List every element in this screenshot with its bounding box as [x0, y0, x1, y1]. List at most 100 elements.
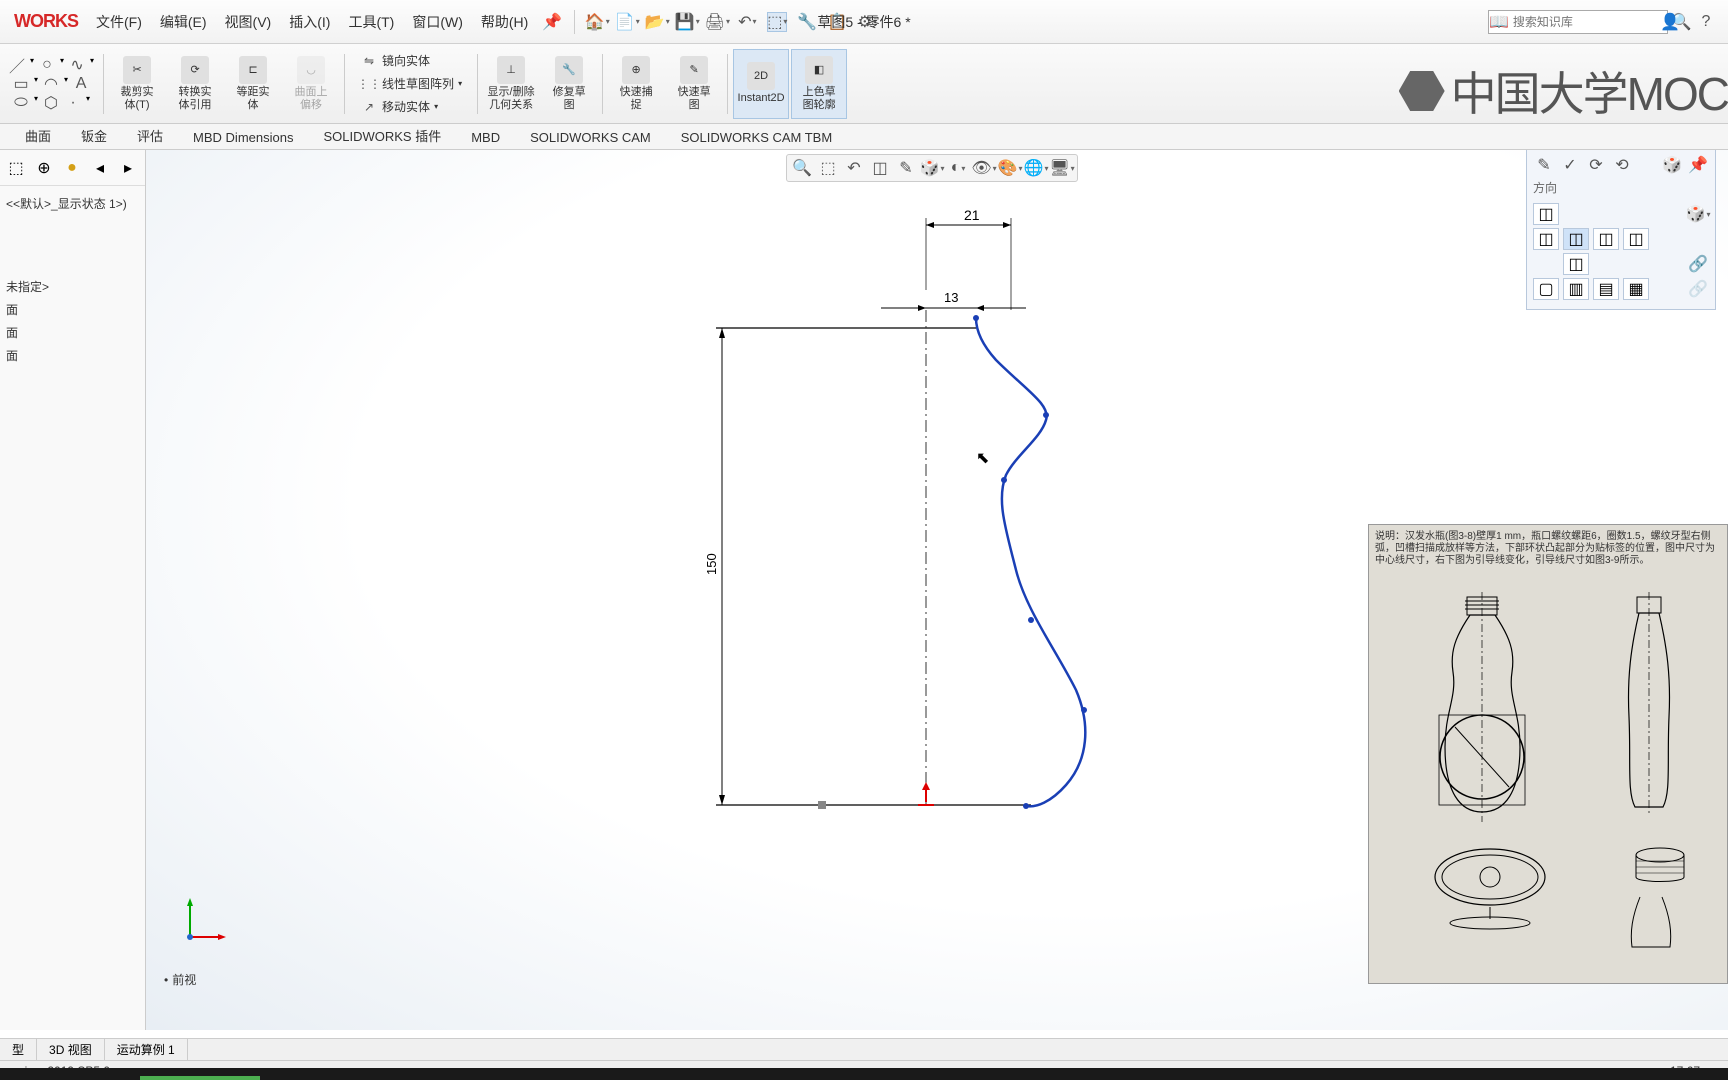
tree-plane-1[interactable]: 面	[4, 298, 141, 321]
menu-help[interactable]: 帮助(H)	[473, 8, 536, 36]
view-orientation-icon[interactable]: 🎲	[921, 157, 943, 179]
feature-tree[interactable]: <<默认>_显示状态 1>) 未指定> 面 面 面	[0, 186, 145, 373]
mirror-entities-button[interactable]: ⇋镜向实体	[354, 50, 436, 72]
graphics-viewport[interactable]: 🔍 ⬚ ↶ ◫ ✎ 🎲 ◐ 👁 🎨 🌐 🖥 ✎ ✓ ⟳ ⟲ 🎲 📌 方向	[146, 150, 1728, 1030]
viewport-settings-icon[interactable]: 🖥	[1051, 157, 1073, 179]
orient-top[interactable]: ◫	[1533, 203, 1559, 225]
menu-tools[interactable]: 工具(T)	[340, 8, 402, 36]
orient-ic1[interactable]: ✎	[1533, 154, 1555, 176]
orient-ic2[interactable]: ✓	[1559, 154, 1581, 176]
convert-entities-button[interactable]: ⟳转换实 体引用	[167, 49, 223, 119]
section-view-icon[interactable]: ◫	[869, 157, 891, 179]
user-icon[interactable]: 👤	[1660, 12, 1680, 32]
trim-entities-button[interactable]: ✂裁剪实 体(T)	[109, 49, 165, 119]
property-tab-icon[interactable]: ⊕	[32, 156, 56, 180]
viewport-4[interactable]: ▦	[1623, 278, 1649, 300]
orient-back[interactable]: ◫	[1623, 228, 1649, 250]
print-icon[interactable]: 🖨	[707, 12, 727, 32]
viewport-2v[interactable]: ▤	[1593, 278, 1619, 300]
tab-model[interactable]: 型	[0, 1039, 37, 1060]
viewport-2h[interactable]: ▥	[1563, 278, 1589, 300]
tab-sheetmetal[interactable]: 钣金	[66, 121, 122, 149]
polygon-tool-icon[interactable]: ⬡	[42, 94, 60, 112]
menu-window[interactable]: 窗口(W)	[404, 8, 471, 36]
orient-front[interactable]: ◫	[1563, 228, 1589, 250]
menu-file[interactable]: 文件(F)	[88, 8, 150, 36]
orient-bottom[interactable]: ◫	[1563, 253, 1589, 275]
save-icon[interactable]: 💾	[677, 12, 697, 32]
quick-snaps-button[interactable]: ⊕快速捕 捉	[608, 49, 664, 119]
point-tool-icon[interactable]: ·	[64, 94, 82, 112]
undo-icon[interactable]: ↶	[737, 12, 757, 32]
tab-evaluate[interactable]: 评估	[122, 121, 178, 149]
rect-tool-icon[interactable]: ▭	[12, 75, 30, 93]
orient-ic4[interactable]: ⟲	[1611, 154, 1633, 176]
menu-insert[interactable]: 插入(I)	[281, 8, 338, 36]
open-icon[interactable]: 📂	[647, 12, 667, 32]
shaded-contour-button[interactable]: ◧上色草 图轮廓	[791, 49, 847, 119]
new-icon[interactable]: 📄	[617, 12, 637, 32]
scene-icon[interactable]: 🌐	[1025, 157, 1047, 179]
appearance-icon[interactable]: 🎨	[999, 157, 1021, 179]
text-tool-icon[interactable]: A	[72, 75, 90, 93]
windows-taskbar[interactable]	[0, 1068, 1728, 1080]
orient-more-icon[interactable]: 🎲	[1687, 203, 1709, 225]
tab-sw-addins[interactable]: SOLIDWORKS 插件	[308, 121, 456, 149]
tab-sw-cam[interactable]: SOLIDWORKS CAM	[515, 125, 666, 149]
move-entities-button[interactable]: ↗移动实体▾	[354, 96, 444, 118]
line-tool-icon[interactable]: ／	[8, 56, 26, 74]
dynamic-annotate-icon[interactable]: ✎	[895, 157, 917, 179]
dimension-150[interactable]: 150	[704, 328, 725, 805]
tab-surface[interactable]: 曲面	[10, 121, 66, 149]
display-style-icon[interactable]: ◐	[947, 157, 969, 179]
slot-tool-icon[interactable]: ⬭	[12, 94, 30, 112]
dimension-21[interactable]: 21	[926, 207, 1011, 310]
help-icon[interactable]: ?	[1696, 12, 1716, 32]
tab-mbd-dimensions[interactable]: MBD Dimensions	[178, 125, 308, 149]
menu-edit[interactable]: 编辑(E)	[152, 8, 215, 36]
tree-config-state[interactable]: <<默认>_显示状态 1>)	[4, 192, 141, 215]
menu-view[interactable]: 视图(V)	[217, 8, 280, 36]
offset-entities-button[interactable]: ⊏等距实 体	[225, 49, 281, 119]
reference-drawing-overlay[interactable]: 说明：汉发水瓶(图3-8)壁厚1 mm，瓶口螺纹螺距6，圈数1.5，螺纹牙型右侧…	[1368, 524, 1728, 984]
tree-unspecified[interactable]: 未指定>	[4, 275, 141, 298]
hide-show-icon[interactable]: 👁	[973, 157, 995, 179]
pin-icon[interactable]: 📌	[542, 12, 562, 32]
linear-pattern-button[interactable]: ⋮⋮线性草图阵列▾	[354, 73, 468, 95]
spline-tool-icon[interactable]: ∿	[68, 56, 86, 74]
viewport-single[interactable]: ▢	[1533, 278, 1559, 300]
tree-plane-3[interactable]: 面	[4, 344, 141, 367]
previous-view-icon[interactable]: ↶	[843, 157, 865, 179]
next-tab-icon[interactable]: ▸	[116, 156, 140, 180]
orient-left[interactable]: ◫	[1533, 228, 1559, 250]
arc-tool-icon[interactable]: ◠	[42, 75, 60, 93]
config-tab-icon[interactable]: ●	[60, 156, 84, 180]
display-relations-button[interactable]: ⊥显示/删除 几何关系	[483, 49, 539, 119]
orient-pin-icon[interactable]: 📌	[1687, 154, 1709, 176]
orient-ic3[interactable]: ⟳	[1585, 154, 1607, 176]
rapid-sketch-button[interactable]: ✎快速草 图	[666, 49, 722, 119]
orientation-panel[interactable]: ✎ ✓ ⟳ ⟲ 🎲 📌 方向 ◫🎲 ◫ ◫ ◫ ◫ ◫ 🔗 ▢	[1526, 150, 1716, 310]
tab-mbd[interactable]: MBD	[456, 125, 515, 149]
orient-cube-icon[interactable]: 🎲	[1661, 154, 1683, 176]
spline-profile[interactable]	[976, 318, 1085, 806]
prev-tab-icon[interactable]: ◂	[88, 156, 112, 180]
feature-tree-tab-icon[interactable]: ⬚	[4, 156, 28, 180]
dimension-13[interactable]: 13	[881, 290, 1026, 311]
zoom-fit-icon[interactable]: 🔍	[791, 157, 813, 179]
rebuild-icon[interactable]: 🔧	[797, 12, 817, 32]
search-box[interactable]: 📖 🔍	[1488, 10, 1668, 34]
orient-right[interactable]: ◫	[1593, 228, 1619, 250]
home-icon[interactable]: 🏠	[587, 12, 607, 32]
select-icon[interactable]: ⬚	[767, 12, 787, 32]
tree-plane-2[interactable]: 面	[4, 321, 141, 344]
tab-motion-study[interactable]: 运动算例 1	[105, 1039, 188, 1060]
search-input[interactable]	[1509, 15, 1672, 29]
circle-tool-icon[interactable]: ○	[38, 56, 56, 74]
instant2d-button[interactable]: 2DInstant2D	[733, 49, 789, 119]
tab-3d-views[interactable]: 3D 视图	[37, 1039, 105, 1060]
zoom-area-icon[interactable]: ⬚	[817, 157, 839, 179]
repair-sketch-button[interactable]: 🔧修复草 图	[541, 49, 597, 119]
search-scope-icon[interactable]: 📖	[1489, 12, 1509, 32]
tab-sw-cam-tbm[interactable]: SOLIDWORKS CAM TBM	[666, 125, 847, 149]
